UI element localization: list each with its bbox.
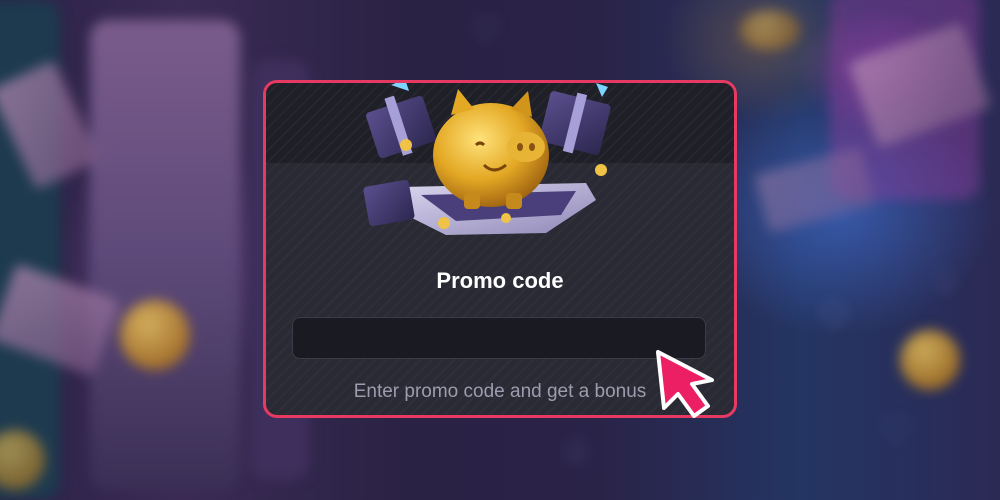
piggy-bank-illustration-icon — [363, 83, 611, 235]
cursor-arrow-icon — [656, 350, 714, 418]
slot-reel-left-inner — [90, 20, 240, 490]
floating-bill — [754, 146, 876, 234]
heart-outline-icon: ♡ — [880, 410, 913, 451]
promo-banner-scene: ♡ ◇ ♤ ♧ ♡ Promo code Enter promo code an… — [0, 0, 1000, 500]
floating-coin — [740, 10, 800, 50]
heart-outline-icon: ♡ — [470, 10, 503, 51]
spade-outline-icon: ♤ — [930, 260, 963, 301]
promo-code-title: Promo code — [436, 268, 564, 293]
floating-coin — [900, 330, 960, 390]
floating-coin — [120, 300, 190, 370]
promo-code-input[interactable] — [292, 317, 706, 359]
diamond-outline-icon: ◇ — [820, 290, 848, 331]
club-outline-icon: ♧ — [560, 430, 593, 471]
